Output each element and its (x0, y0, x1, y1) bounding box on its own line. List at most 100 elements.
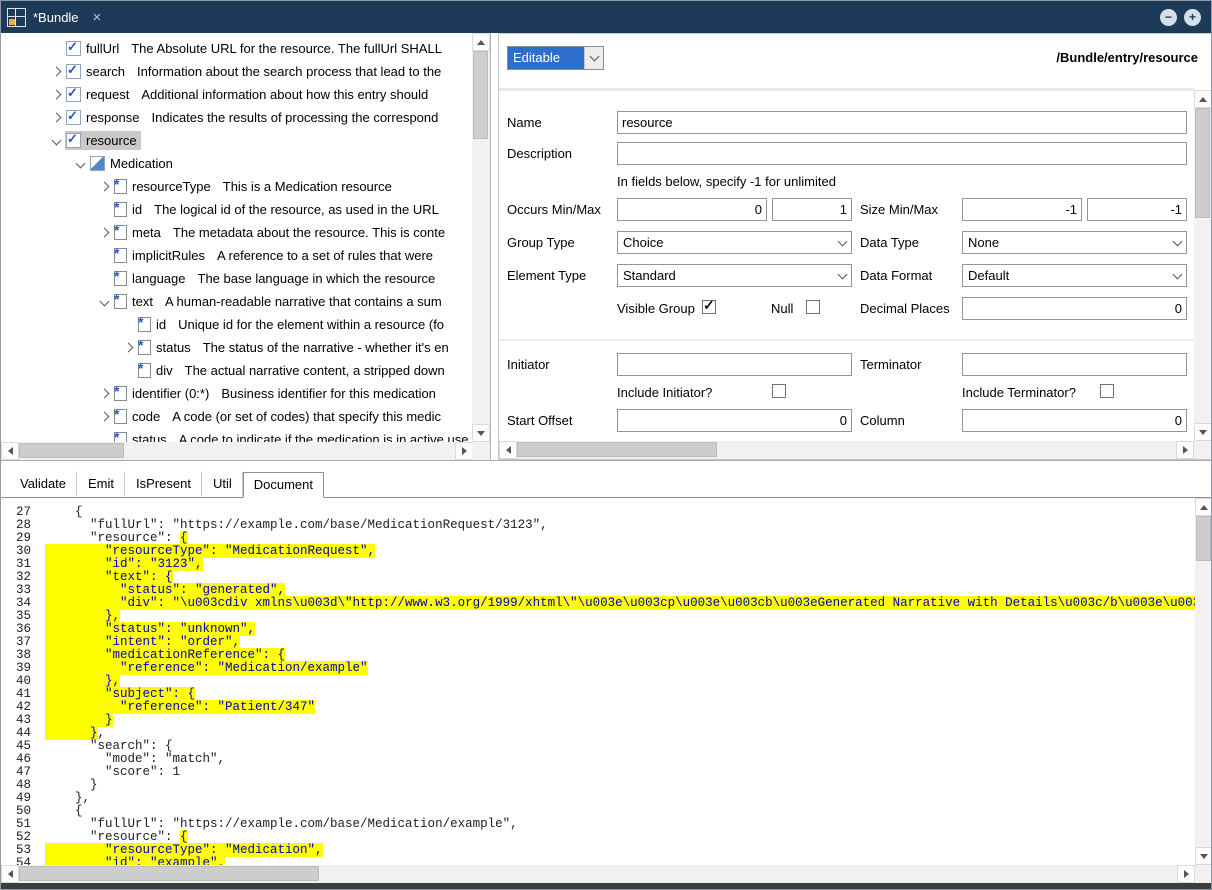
tree-item-selection: search (65, 62, 129, 81)
scrollbar-thumb[interactable] (19, 443, 124, 458)
expander-closed-icon[interactable] (95, 408, 113, 426)
document-vertical-scrollbar[interactable] (1195, 498, 1212, 865)
bundle-file-icon (7, 8, 26, 27)
tree-item-code[interactable]: codeA code (or set of codes) that specif… (1, 405, 472, 428)
occurs-min-input[interactable] (617, 198, 767, 221)
tree-item-Medication[interactable]: Medication (1, 152, 472, 175)
expander-closed-icon[interactable] (47, 86, 65, 104)
tree-item-description: Additional information about how this en… (141, 87, 428, 102)
document-code[interactable]: 27 {28 "fullUrl": "https://example.com/b… (1, 498, 1195, 865)
null-checkbox[interactable] (806, 300, 820, 314)
scroll-down-button[interactable] (472, 424, 490, 442)
tree-item-name: identifier (0:*) (132, 386, 209, 401)
tree-vertical-scrollbar[interactable] (472, 33, 490, 442)
expander-closed-icon[interactable] (95, 385, 113, 403)
tree-item-fullUrl[interactable]: fullUrlThe Absolute URL for the resource… (1, 37, 472, 60)
tab-emit[interactable]: Emit (77, 471, 125, 497)
tree-item-description: Indicates the results of processing the … (151, 110, 438, 125)
scroll-down-button[interactable] (1194, 423, 1212, 441)
tree-item-implicitRules[interactable]: implicitRulesA reference to a set of rul… (1, 244, 472, 267)
tree-item-resource[interactable]: resource (1, 129, 472, 152)
scrollbar-thumb[interactable] (19, 866, 319, 881)
expander-open-icon[interactable] (95, 293, 113, 311)
occurs-label: Occurs Min/Max (507, 202, 601, 217)
tree-item-name: div (156, 363, 173, 378)
tree-item-id[interactable]: idUnique id for the element within a res… (1, 313, 472, 336)
tree-item-name: language (132, 271, 186, 286)
tree-item-name: search (86, 64, 125, 79)
expander-closed-icon[interactable] (95, 178, 113, 196)
expander-open-icon[interactable] (71, 155, 89, 173)
terminator-input[interactable] (962, 353, 1187, 376)
name-input[interactable] (617, 111, 1187, 134)
scroll-right-button[interactable] (1176, 441, 1194, 459)
scroll-left-button[interactable] (1, 442, 19, 460)
chevron-down-icon[interactable] (834, 232, 851, 253)
document-tab-bundle[interactable]: *Bundle × (1, 1, 113, 33)
include-terminator-checkbox[interactable] (1100, 384, 1114, 398)
tree-item-request[interactable]: requestAdditional information about how … (1, 83, 472, 106)
chevron-down-icon[interactable] (834, 265, 851, 286)
chevron-down-icon[interactable] (1169, 265, 1186, 286)
description-label: Description (507, 146, 572, 161)
scroll-left-button[interactable] (499, 441, 517, 459)
tab-util[interactable]: Util (202, 471, 243, 497)
tree-item-id[interactable]: idThe logical id of the resource, as use… (1, 198, 472, 221)
start-offset-input[interactable] (617, 409, 852, 432)
description-input[interactable] (617, 142, 1187, 165)
tree-item-div[interactable]: divThe actual narrative content, a strip… (1, 359, 472, 382)
scrollbar-thumb[interactable] (1195, 108, 1210, 218)
tab-close-icon[interactable]: × (93, 10, 102, 25)
tree-item-meta[interactable]: metaThe metadata about the resource. Thi… (1, 221, 472, 244)
tree-item-resourceType[interactable]: resourceTypeThis is a Medication resourc… (1, 175, 472, 198)
properties-horizontal-scrollbar[interactable] (499, 441, 1194, 459)
include-initiator-checkbox[interactable] (772, 384, 786, 398)
expander-closed-icon[interactable] (47, 63, 65, 81)
chevron-down-icon[interactable] (1169, 232, 1186, 253)
expander-open-icon[interactable] (47, 132, 65, 150)
maximize-button[interactable]: + (1184, 9, 1201, 26)
group-type-select[interactable]: Choice (617, 231, 852, 254)
scroll-up-button[interactable] (1194, 90, 1212, 108)
editable-mode-select[interactable]: Editable (507, 46, 604, 70)
tree-item-status[interactable]: statusA code to indicate if the medicati… (1, 428, 472, 442)
scroll-up-button[interactable] (472, 33, 490, 51)
properties-vertical-scrollbar[interactable] (1194, 90, 1212, 441)
scrollbar-corner (1194, 441, 1212, 459)
expander-closed-icon[interactable] (47, 109, 65, 127)
tree-item-text[interactable]: textA human-readable narrative that cont… (1, 290, 472, 313)
chevron-down-icon[interactable] (584, 47, 603, 69)
column-input[interactable] (962, 409, 1187, 432)
code-line: 39 "reference": "Medication/example" (7, 662, 1195, 675)
tree-item-identifier (0:*)[interactable]: identifier (0:*)Business identifier for … (1, 382, 472, 405)
decimal-places-input[interactable] (962, 297, 1187, 320)
element-type-select[interactable]: Standard (617, 264, 852, 287)
expander-closed-icon[interactable] (95, 224, 113, 242)
scroll-up-button[interactable] (1195, 498, 1212, 516)
scroll-right-button[interactable] (455, 442, 473, 460)
scroll-down-button[interactable] (1195, 847, 1212, 865)
data-type-select[interactable]: None (962, 231, 1187, 254)
scroll-left-button[interactable] (1, 865, 19, 883)
size-min-input[interactable] (962, 198, 1082, 221)
expander-closed-icon[interactable] (119, 339, 137, 357)
tab-document[interactable]: Document (243, 472, 324, 498)
size-max-input[interactable] (1087, 198, 1187, 221)
scrollbar-thumb[interactable] (473, 51, 488, 139)
minimize-button[interactable]: − (1160, 9, 1177, 26)
tree-item-response[interactable]: responseIndicates the results of process… (1, 106, 472, 129)
scrollbar-thumb[interactable] (517, 442, 717, 457)
document-horizontal-scrollbar[interactable] (1, 865, 1195, 883)
visible-group-checkbox[interactable] (702, 300, 716, 314)
tab-ispresent[interactable]: IsPresent (125, 471, 202, 497)
tree-item-status[interactable]: statusThe status of the narrative - whet… (1, 336, 472, 359)
initiator-input[interactable] (617, 353, 852, 376)
occurs-max-input[interactable] (772, 198, 852, 221)
scrollbar-thumb[interactable] (1196, 516, 1211, 561)
tree-horizontal-scrollbar[interactable] (1, 442, 473, 460)
tab-validate[interactable]: Validate (9, 471, 77, 497)
data-format-select[interactable]: Default (962, 264, 1187, 287)
tree-item-language[interactable]: languageThe base language in which the r… (1, 267, 472, 290)
tree-item-search[interactable]: searchInformation about the search proce… (1, 60, 472, 83)
scroll-right-button[interactable] (1177, 865, 1195, 883)
